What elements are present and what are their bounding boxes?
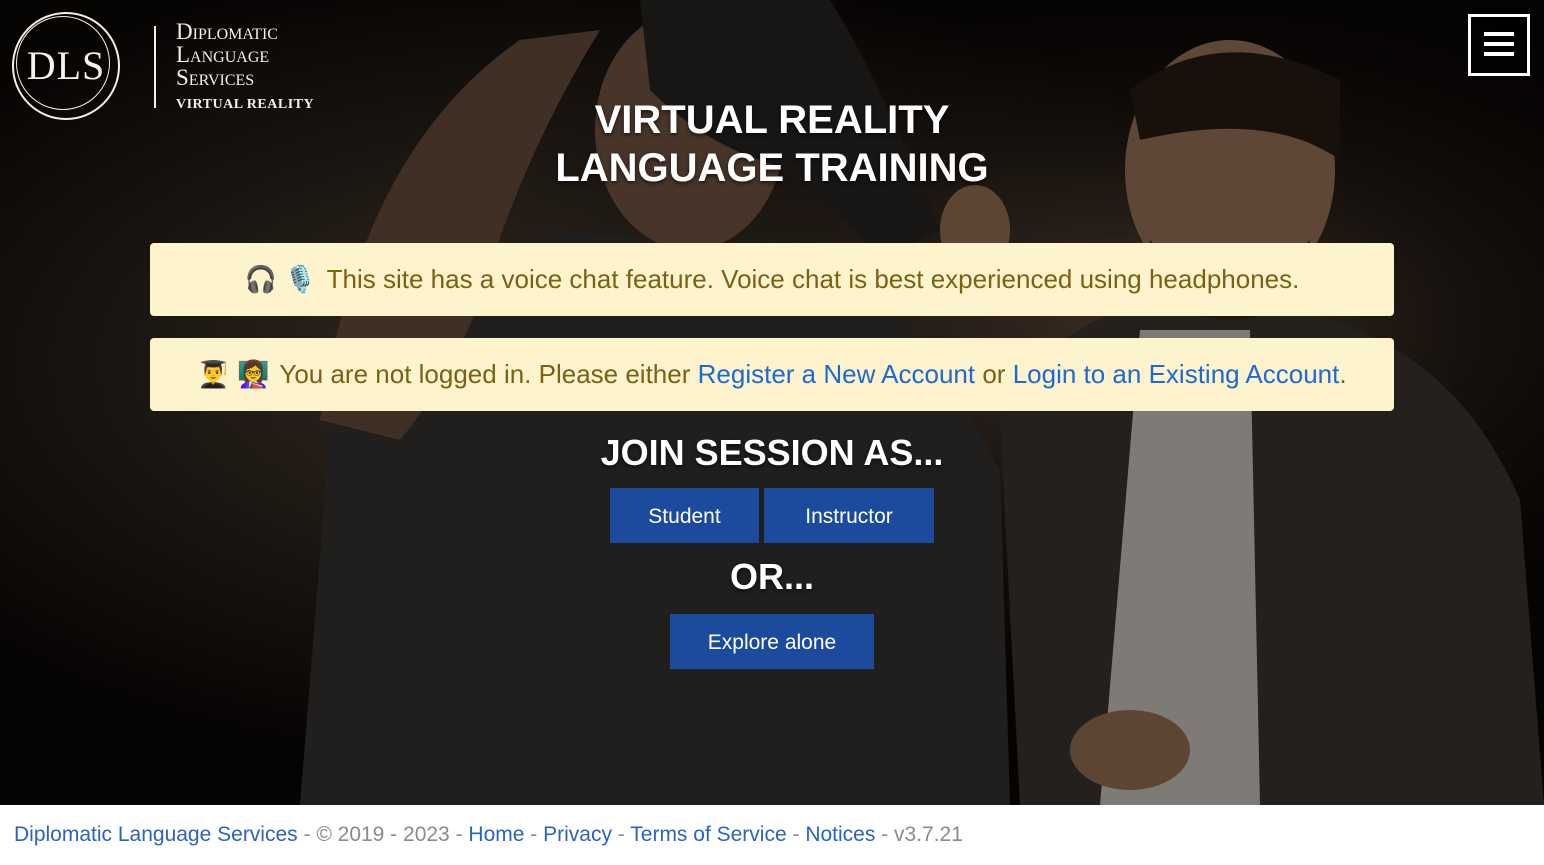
hamburger-menu-button[interactable] xyxy=(1468,14,1530,76)
footer: Diplomatic Language Services - © 2019 - … xyxy=(0,805,1544,864)
or-divider-text: OR... xyxy=(729,556,814,597)
footer-copyright: © 2019 - 2023 xyxy=(316,823,450,846)
footer-separator: - xyxy=(449,823,469,846)
logo-line-1: Diplomatic xyxy=(176,19,278,44)
footer-terms-link[interactable]: Terms of Service xyxy=(630,823,786,846)
footer-notices-link[interactable]: Notices xyxy=(805,823,875,846)
logo-line-3: Services xyxy=(176,65,255,90)
hero-section: DLS Diplomatic Language Services VIRTUAL… xyxy=(0,0,1544,805)
logo-line-2: Language xyxy=(176,42,270,67)
login-alert-suffix: . xyxy=(1339,359,1347,389)
footer-version: v3.7.21 xyxy=(894,823,963,846)
voice-chat-alert: 🎧 🎙️ This site has a voice chat feature.… xyxy=(150,243,1394,316)
join-as-student-button[interactable]: Student xyxy=(610,488,759,543)
login-alert: 👨‍🎓 👩‍🏫 You are not logged in. Please ei… xyxy=(150,338,1394,411)
menu-bar-top xyxy=(1484,32,1514,36)
footer-separator: - xyxy=(875,823,895,846)
footer-separator: - xyxy=(611,823,631,846)
page-title-line-1: VIRTUAL REALITY xyxy=(594,98,950,142)
page-title-line-2: LANGUAGE TRAINING xyxy=(555,146,989,190)
footer-privacy-link[interactable]: Privacy xyxy=(543,823,612,846)
page-title: VIRTUAL REALITY LANGUAGE TRAINING xyxy=(0,96,1544,192)
student-teacher-icon: 👨‍🎓 👩‍🏫 xyxy=(197,359,270,389)
explore-alone-button[interactable]: Explore alone xyxy=(670,614,874,669)
footer-separator: - xyxy=(524,823,544,846)
login-account-link[interactable]: Login to an Existing Account xyxy=(1013,359,1340,390)
footer-home-link[interactable]: Home xyxy=(468,823,524,846)
footer-company-link[interactable]: Diplomatic Language Services xyxy=(14,823,298,846)
menu-bar-bottom xyxy=(1484,52,1514,56)
register-account-link[interactable]: Register a New Account xyxy=(698,359,975,390)
headphones-microphone-icon: 🎧 🎙️ xyxy=(244,264,317,294)
login-alert-prefix: You are not logged in. Please either xyxy=(279,359,691,389)
voice-chat-alert-text: This site has a voice chat feature. Voic… xyxy=(326,264,1300,294)
footer-separator: - xyxy=(786,823,806,846)
footer-separator: - xyxy=(297,823,317,846)
menu-bar-middle xyxy=(1484,42,1514,46)
login-alert-or: or xyxy=(982,359,1006,389)
join-session-heading: JOIN SESSION AS... xyxy=(600,432,944,473)
join-as-instructor-button[interactable]: Instructor xyxy=(764,488,934,543)
